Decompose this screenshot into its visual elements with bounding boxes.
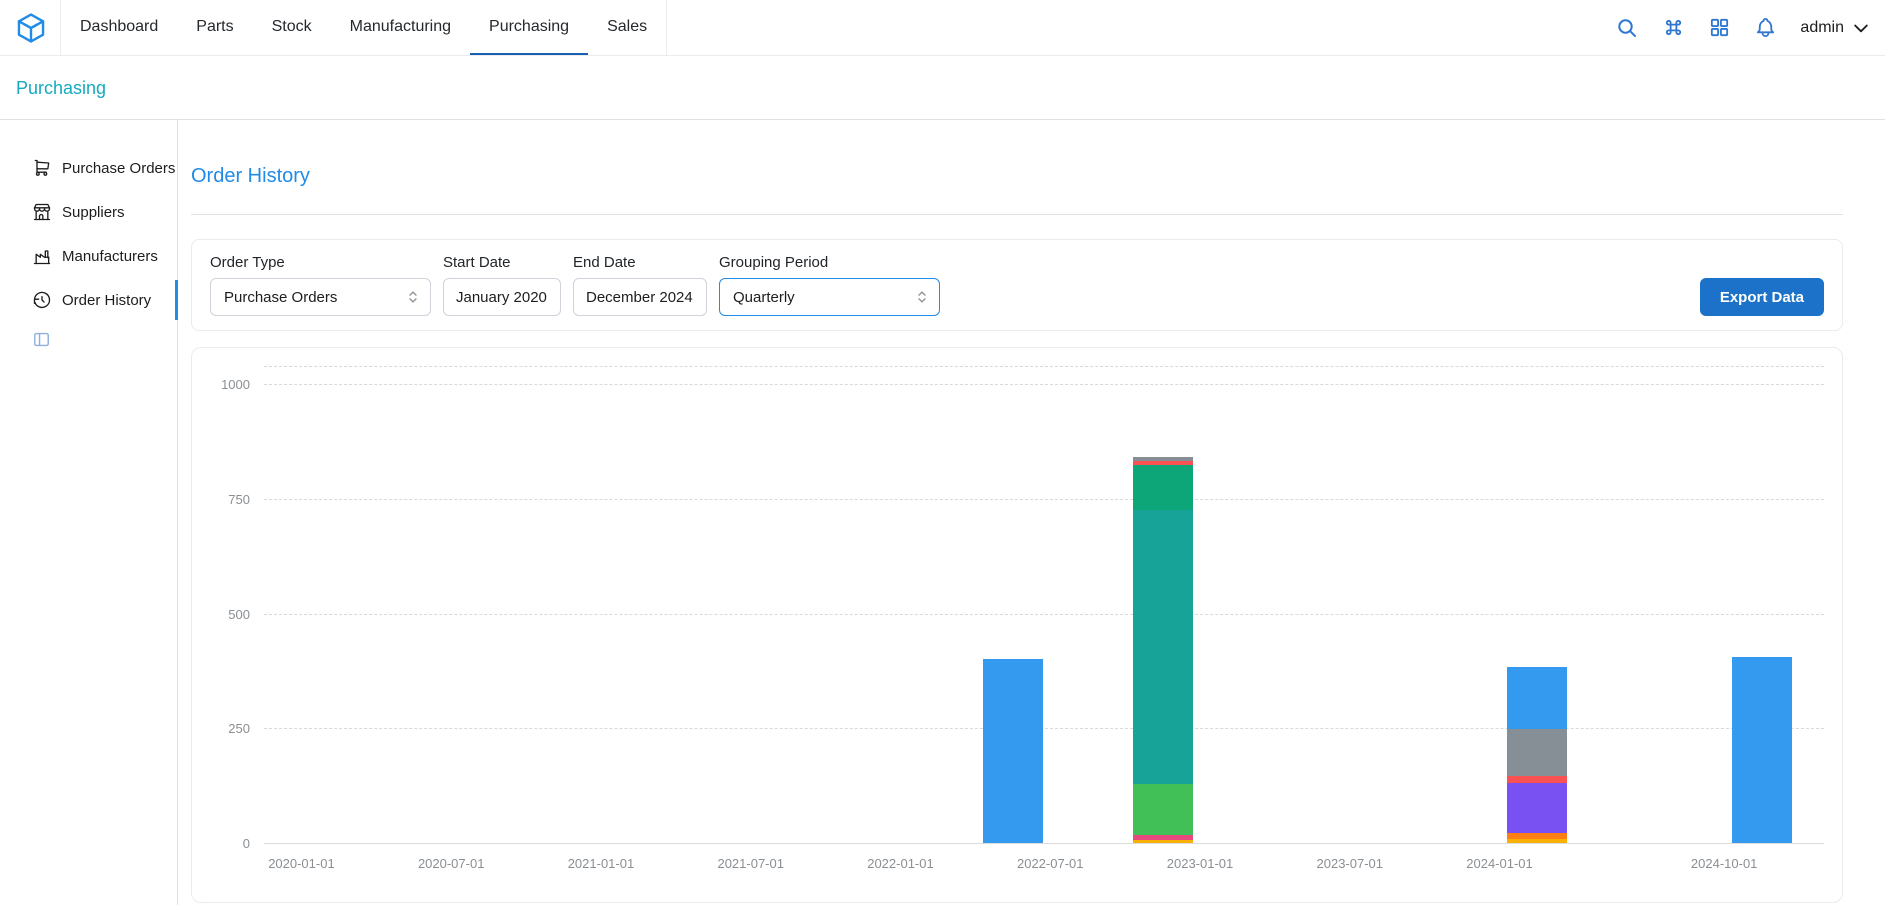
building-factory-icon (32, 246, 52, 266)
page-title: Order History (191, 164, 1843, 188)
stacked-bar-2024-Q1[interactable] (1507, 667, 1567, 843)
grouping-period-select[interactable]: Quarterly (719, 278, 940, 316)
export-data-button[interactable]: Export Data (1700, 278, 1824, 316)
bar-segment-red[interactable] (1507, 776, 1567, 783)
breadcrumb: Purchasing (0, 56, 1885, 120)
x-tick-label: 2024-01-01 (1466, 856, 1533, 871)
tab-parts[interactable]: Parts (177, 0, 252, 55)
user-menu[interactable]: admin (1800, 18, 1871, 38)
notifications-bell-icon[interactable] (1754, 16, 1777, 39)
sidebar: Purchase Orders Suppliers Manufacturers … (0, 120, 178, 905)
gridline (264, 499, 1824, 500)
bar-segment-blue[interactable] (1732, 657, 1792, 843)
app-logo-icon[interactable] (14, 0, 48, 55)
stacked-bar-2024-Q4[interactable] (1732, 657, 1792, 843)
order-type-group: Order Type Purchase Orders (210, 254, 431, 316)
end-date-input[interactable] (573, 278, 707, 316)
command-palette-icon[interactable] (1662, 16, 1685, 39)
y-tick-label: 500 (228, 607, 250, 622)
navbar: Dashboard Parts Stock Manufacturing Purc… (0, 0, 1885, 56)
chart-x-axis: 2020-01-01 2020-07-01 2021-01-01 2021-07-01… (264, 844, 1824, 880)
gridline (264, 728, 1824, 729)
gridline (264, 384, 1824, 385)
tab-sales[interactable]: Sales (588, 0, 666, 55)
navbar-actions: admin (1615, 0, 1871, 55)
sidebar-item-purchase-orders[interactable]: Purchase Orders (0, 146, 177, 190)
end-date-label: End Date (573, 254, 707, 271)
tab-purchasing[interactable]: Purchasing (470, 0, 588, 55)
stacked-bar-2022-Q4[interactable] (1133, 457, 1193, 843)
x-tick-label: 2024-10-01 (1691, 856, 1758, 871)
start-date-group: Start Date (443, 254, 561, 316)
y-tick-label: 1000 (221, 377, 250, 392)
bar-segment-green2[interactable] (1133, 465, 1193, 510)
main-nav-tabs: Dashboard Parts Stock Manufacturing Purc… (60, 0, 667, 55)
order-type-label: Order Type (210, 254, 431, 271)
history-clock-icon (32, 290, 52, 310)
selector-updown-icon (404, 288, 422, 306)
username-label: admin (1800, 19, 1844, 37)
sidebar-item-suppliers[interactable]: Suppliers (0, 190, 177, 234)
breadcrumb-purchasing-link[interactable]: Purchasing (16, 78, 106, 98)
start-date-input[interactable] (443, 278, 561, 316)
x-tick-label: 2022-07-01 (1017, 856, 1084, 871)
tab-stock[interactable]: Stock (253, 0, 331, 55)
bar-segment-green[interactable] (1133, 784, 1193, 834)
tab-dashboard[interactable]: Dashboard (61, 0, 177, 55)
filter-panel: Order Type Purchase Orders Start Date En… (191, 239, 1843, 331)
chevron-down-icon (1851, 18, 1871, 38)
apps-grid-icon[interactable] (1708, 16, 1731, 39)
tab-manufacturing[interactable]: Manufacturing (331, 0, 470, 55)
sidebar-item-manufacturers[interactable]: Manufacturers (0, 234, 177, 278)
y-tick-label: 0 (243, 836, 250, 851)
bar-segment-blue[interactable] (1507, 667, 1567, 729)
bar-segment-yellow[interactable] (1507, 839, 1567, 843)
y-tick-label: 750 (228, 492, 250, 507)
bar-segment-teal[interactable] (1133, 510, 1193, 784)
bar-segment-yellow[interactable] (1133, 840, 1193, 843)
x-tick-label: 2020-07-01 (418, 856, 485, 871)
y-tick-label: 250 (228, 721, 250, 736)
order-history-chart: 0 250 500 750 1000 2020-01-01 2020-07-01 2021-… (191, 347, 1843, 903)
order-type-select[interactable]: Purchase Orders (210, 278, 431, 316)
x-tick-label: 2020-01-01 (268, 856, 335, 871)
x-tick-label: 2021-01-01 (568, 856, 635, 871)
x-tick-label: 2022-01-01 (867, 856, 934, 871)
end-date-group: End Date (573, 254, 707, 316)
grouping-period-group: Grouping Period Quarterly (719, 254, 940, 316)
bar-segment-violet[interactable] (1507, 783, 1567, 833)
chart-y-axis: 02505007501000 (206, 366, 264, 844)
start-date-label: Start Date (443, 254, 561, 271)
stacked-bar-2022-Q2[interactable] (983, 659, 1043, 843)
title-divider (191, 214, 1843, 215)
grouping-period-label: Grouping Period (719, 254, 940, 271)
collapse-sidebar-icon[interactable] (32, 330, 177, 354)
x-tick-label: 2023-07-01 (1317, 856, 1384, 871)
building-store-icon (32, 202, 52, 222)
chart-plot (264, 366, 1824, 844)
bar-segment-gray[interactable] (1507, 729, 1567, 776)
bar-segment-blue[interactable] (983, 659, 1043, 843)
x-tick-label: 2023-01-01 (1167, 856, 1234, 871)
shopping-cart-icon (32, 158, 52, 178)
gridline (264, 614, 1824, 615)
search-icon[interactable] (1615, 16, 1639, 40)
x-tick-label: 2021-07-01 (717, 856, 784, 871)
selector-updown-icon (913, 288, 931, 306)
main-panel: Order History Order Type Purchase Orders… (178, 120, 1885, 905)
sidebar-item-order-history[interactable]: Order History (0, 278, 177, 322)
